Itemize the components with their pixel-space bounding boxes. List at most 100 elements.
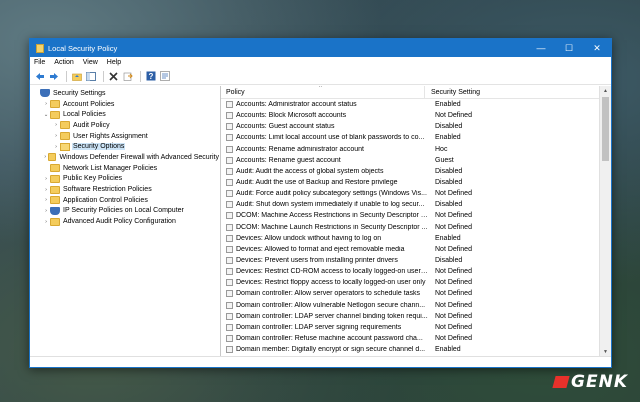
policy-row[interactable]: Domain member: Digitally encrypt or sign… — [221, 344, 599, 355]
policy-row[interactable]: Domain controller: Refuse machine accoun… — [221, 333, 599, 344]
policy-row[interactable]: Domain controller: LDAP server channel b… — [221, 311, 599, 322]
policy-row[interactable]: Domain controller: Allow vulnerable Netl… — [221, 300, 599, 311]
tree-item[interactable]: › Advanced Audit Policy Configuration — [30, 216, 220, 227]
policy-setting-value: Not Defined — [435, 223, 472, 231]
tree-item[interactable]: Security Settings — [30, 88, 220, 99]
policy-name: Domain member: Digitally encrypt or sign… — [236, 346, 426, 354]
policy-row[interactable]: Audit: Audit the use of Backup and Resto… — [221, 177, 599, 188]
tree-item[interactable]: › Windows Defender Firewall with Advanced… — [30, 152, 220, 163]
policy-row[interactable]: Accounts: Administrator account status En… — [221, 99, 599, 110]
properties-icon[interactable] — [159, 71, 170, 82]
policy-row[interactable]: DCOM: Machine Launch Restrictions in Sec… — [221, 222, 599, 233]
policy-row[interactable]: Accounts: Rename guest account Guest — [221, 155, 599, 166]
policy-row[interactable]: Devices: Prevent users from installing p… — [221, 255, 599, 266]
back-arrow-icon[interactable] — [34, 71, 45, 82]
menu-view[interactable]: View — [83, 59, 98, 66]
forward-arrow-icon[interactable] — [48, 71, 59, 82]
policy-row[interactable]: Devices: Allow undock without having to … — [221, 233, 599, 244]
tree-item[interactable]: › Audit Policy — [30, 120, 220, 131]
policy-row[interactable]: Audit: Audit the access of global system… — [221, 166, 599, 177]
expand-chevron-icon[interactable]: › — [42, 101, 50, 107]
content-panes: Security Settings › Account Policies ⌄ Local… — [30, 86, 611, 357]
tree-item[interactable]: › IP Security Policies on Local Computer — [30, 206, 220, 217]
show-tree-icon[interactable] — [85, 71, 96, 82]
menu-action[interactable]: Action — [54, 59, 73, 66]
tree-item[interactable]: ⌄ Local Policies — [30, 109, 220, 120]
tree-item-label: Advanced Audit Policy Configuration — [63, 218, 176, 226]
folder-icon — [60, 132, 70, 141]
expand-chevron-icon[interactable]: › — [52, 144, 60, 150]
expand-chevron-icon[interactable]: › — [42, 219, 50, 225]
policy-setting-value: Disabled — [435, 257, 463, 265]
policy-name: Devices: Restrict CD-ROM access to local… — [236, 268, 428, 276]
menu-file[interactable]: File — [34, 59, 45, 66]
policy-name: Accounts: Administrator account status — [236, 101, 357, 109]
minimize-button[interactable]: — — [527, 39, 555, 57]
expand-chevron-icon[interactable]: › — [52, 133, 60, 139]
scroll-up-icon[interactable]: ▲ — [600, 86, 611, 96]
tree-item[interactable]: Network List Manager Policies — [30, 163, 220, 174]
policy-row[interactable]: Accounts: Rename administrator account Ho… — [221, 144, 599, 155]
tree-item[interactable]: › Security Options — [30, 141, 220, 152]
expand-chevron-icon[interactable]: › — [42, 176, 50, 182]
folder-icon — [60, 142, 70, 151]
tree-item[interactable]: › User Rights Assignment — [30, 131, 220, 142]
export-icon[interactable] — [122, 71, 133, 82]
policy-row[interactable]: Audit: Force audit policy subcategory se… — [221, 188, 599, 199]
scrollbar-thumb[interactable] — [602, 97, 609, 161]
delete-icon[interactable] — [108, 71, 119, 82]
policy-setting-value: Not Defined — [435, 301, 472, 309]
tree-item-label: Security Options — [72, 143, 126, 151]
tree-item-label: Security Settings — [53, 89, 106, 97]
policy-name: DCOM: Machine Access Restrictions in Sec… — [236, 212, 428, 220]
policy-name: Domain controller: LDAP server signing r… — [236, 323, 402, 331]
policy-setting-value: Guest — [435, 156, 454, 164]
tree-item[interactable]: › Software Restriction Policies — [30, 184, 220, 195]
policy-icon — [226, 134, 233, 142]
tree-item-label: Account Policies — [63, 100, 115, 108]
folder-up-icon[interactable] — [71, 71, 82, 82]
tree-item[interactable]: › Application Control Policies — [30, 195, 220, 206]
folder-icon — [48, 153, 57, 162]
folder-icon — [50, 217, 60, 226]
close-button[interactable]: ✕ — [583, 39, 611, 57]
genk-watermark: GENK — [552, 372, 628, 392]
policy-row[interactable]: Audit: Shut down system immediately if u… — [221, 199, 599, 210]
expand-chevron-icon[interactable]: › — [42, 187, 50, 193]
policy-row[interactable]: Accounts: Limit local account use of bla… — [221, 132, 599, 143]
policy-row[interactable]: Devices: Restrict floppy access to local… — [221, 277, 599, 288]
expand-chevron-icon[interactable]: ⌄ — [42, 112, 50, 118]
policy-row[interactable]: Devices: Restrict CD-ROM access to local… — [221, 266, 599, 277]
policy-rows: Accounts: Administrator account status En… — [221, 99, 599, 355]
expand-chevron-icon[interactable]: › — [42, 197, 50, 203]
expand-chevron-icon[interactable]: › — [52, 122, 60, 128]
menu-help[interactable]: Help — [107, 59, 121, 66]
expand-chevron-icon[interactable]: › — [42, 208, 50, 214]
policy-setting-value: Enabled — [435, 134, 461, 142]
policy-row[interactable]: Devices: Allowed to format and eject rem… — [221, 244, 599, 255]
navigation-tree: Security Settings › Account Policies ⌄ Local… — [30, 86, 221, 357]
column-policy-header[interactable]: Policy — [221, 89, 424, 96]
policy-icon — [226, 268, 233, 276]
title-bar[interactable]: Local Security Policy — ☐ ✕ — [30, 39, 611, 57]
policy-setting-value: Not Defined — [435, 268, 472, 276]
vertical-scrollbar[interactable]: ▲ ▼ — [599, 86, 611, 357]
toolbar-separator — [66, 70, 67, 82]
maximize-button[interactable]: ☐ — [555, 39, 583, 57]
policy-row[interactable]: Domain controller: LDAP server signing r… — [221, 322, 599, 333]
policy-icon — [226, 346, 233, 354]
column-security-setting-header[interactable]: Security Setting — [424, 86, 480, 98]
menu-bar: File Action View Help — [30, 57, 611, 68]
help-icon[interactable]: ? — [145, 71, 156, 82]
list-header: Policy ^ Security Setting — [221, 86, 611, 99]
policy-name: Accounts: Block Microsoft accounts — [236, 112, 347, 120]
tree-item[interactable]: › Public Key Policies — [30, 174, 220, 185]
policy-row[interactable]: Domain controller: Allow server operator… — [221, 288, 599, 299]
policy-row[interactable]: Accounts: Guest account status Disabled — [221, 121, 599, 132]
folder-icon — [50, 174, 60, 183]
tree-item[interactable]: › Account Policies — [30, 99, 220, 110]
policy-row[interactable]: DCOM: Machine Access Restrictions in Sec… — [221, 210, 599, 221]
policy-row[interactable]: Accounts: Block Microsoft accounts Not De… — [221, 110, 599, 121]
policy-setting-value: Disabled — [435, 201, 463, 209]
policy-setting-value: Not Defined — [435, 190, 472, 198]
